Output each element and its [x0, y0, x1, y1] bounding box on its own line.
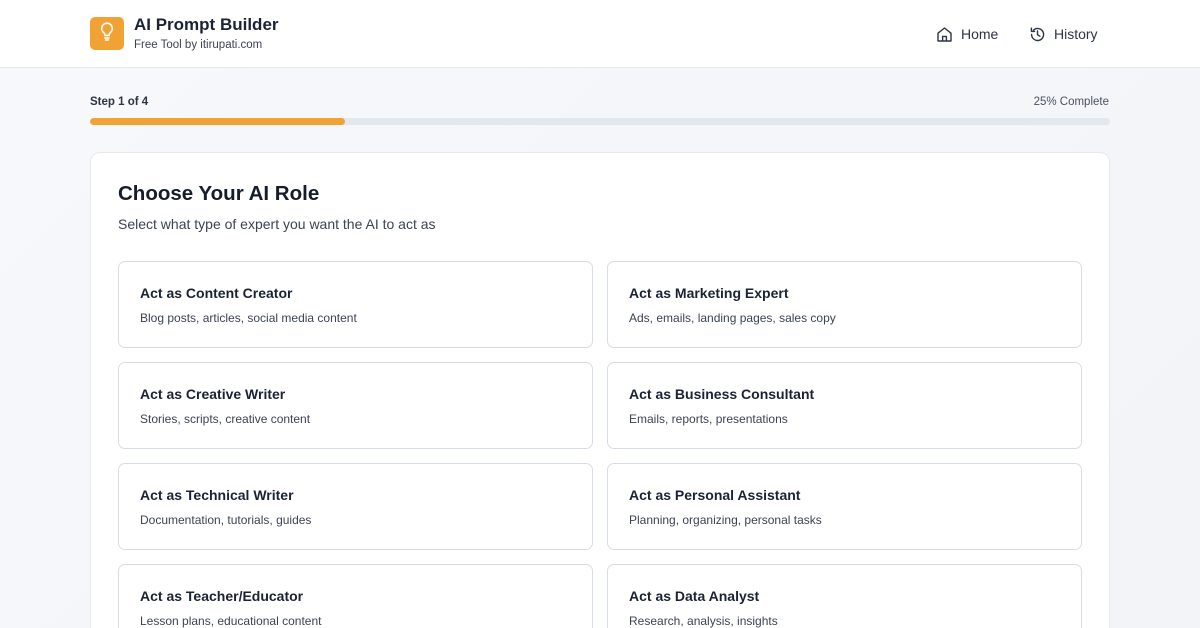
role-description: Lesson plans, educational content — [140, 614, 322, 628]
home-icon — [936, 26, 953, 43]
role-title: Act as Data Analyst — [629, 588, 760, 604]
app-subtitle: Free Tool by itirupati.com — [134, 39, 263, 51]
role-option-content-creator[interactable]: Act as Content Creator Blog posts, artic… — [118, 261, 593, 348]
progress-percent: 25% Complete — [1033, 96, 1109, 108]
role-description: Research, analysis, insights — [629, 614, 778, 628]
page-title: Choose Your AI Role — [118, 182, 320, 205]
nav-history-link[interactable]: History — [1029, 24, 1098, 44]
nav-home-label: Home — [961, 26, 999, 42]
role-description: Blog posts, articles, social media conte… — [140, 311, 357, 325]
role-title: Act as Content Creator — [140, 285, 293, 301]
role-title: Act as Teacher/Educator — [140, 588, 304, 604]
role-title: Act as Technical Writer — [140, 487, 294, 503]
role-grid: Act as Content Creator Blog posts, artic… — [118, 261, 1082, 628]
app-header: AI Prompt Builder Free Tool by itirupati… — [0, 0, 1200, 68]
progress-bar-fill — [90, 118, 345, 125]
lightbulb-icon — [98, 21, 116, 46]
role-description: Planning, organizing, personal tasks — [629, 513, 822, 527]
role-option-business-consultant[interactable]: Act as Business Consultant Emails, repor… — [607, 362, 1082, 449]
role-option-teacher-educator[interactable]: Act as Teacher/Educator Lesson plans, ed… — [118, 564, 593, 628]
role-option-technical-writer[interactable]: Act as Technical Writer Documentation, t… — [118, 463, 593, 550]
role-description: Ads, emails, landing pages, sales copy — [629, 311, 836, 325]
app-logo[interactable] — [90, 17, 124, 50]
role-title: Act as Creative Writer — [140, 386, 286, 402]
role-option-data-analyst[interactable]: Act as Data Analyst Research, analysis, … — [607, 564, 1082, 628]
role-title: Act as Business Consultant — [629, 386, 815, 402]
role-option-personal-assistant[interactable]: Act as Personal Assistant Planning, orga… — [607, 463, 1082, 550]
role-description: Documentation, tutorials, guides — [140, 513, 312, 527]
role-description: Emails, reports, presentations — [629, 412, 788, 426]
progress-bar — [90, 118, 1110, 125]
role-description: Stories, scripts, creative content — [140, 412, 311, 426]
app-title: AI Prompt Builder — [134, 15, 279, 34]
role-option-creative-writer[interactable]: Act as Creative Writer Stories, scripts,… — [118, 362, 593, 449]
role-title: Act as Personal Assistant — [629, 487, 801, 503]
nav-home-link[interactable]: Home — [936, 24, 998, 44]
step-indicator: Step 1 of 4 — [90, 96, 149, 108]
nav-history-label: History — [1054, 26, 1098, 42]
history-icon — [1029, 26, 1046, 43]
role-title: Act as Marketing Expert — [629, 285, 789, 301]
role-selection-card: Choose Your AI Role Select what type of … — [90, 152, 1110, 628]
page-subtitle: Select what type of expert you want the … — [118, 216, 436, 232]
role-option-marketing-expert[interactable]: Act as Marketing Expert Ads, emails, lan… — [607, 261, 1082, 348]
